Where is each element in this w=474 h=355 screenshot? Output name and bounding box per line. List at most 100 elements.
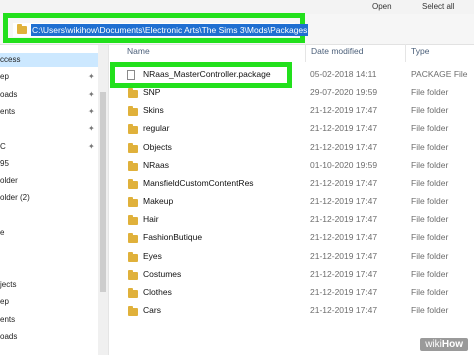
column-header-date[interactable]: Date modified [311, 46, 363, 60]
file-row[interactable]: NRaas 01-10-2020 19:59 File folder [110, 158, 470, 174]
address-path[interactable]: C:\Users\wikihow\Documents\Electronic Ar… [31, 24, 309, 36]
file-name: NRaas [143, 159, 169, 170]
file-date: 21-12-2019 17:47 [310, 196, 378, 207]
select-all-button[interactable]: Select all [422, 2, 454, 11]
folder-icon [128, 142, 138, 153]
nav-item-label: jects [0, 279, 17, 289]
column-header-type[interactable]: Type [411, 46, 429, 60]
nav-item-label: ccess [0, 55, 21, 64]
file-row[interactable]: Clothes 21-12-2019 17:47 File folder [110, 285, 470, 301]
nav-item-label: ep [0, 297, 9, 307]
file-type: File folder [411, 177, 449, 188]
file-date: 21-12-2019 17:47 [310, 214, 378, 225]
folder-icon [128, 305, 138, 316]
nav-item[interactable]: C ✦ [0, 140, 100, 154]
pin-icon[interactable]: ✦ [88, 140, 95, 154]
file-row[interactable]: Costumes 21-12-2019 17:47 File folder [110, 267, 470, 283]
file-date: 21-12-2019 17:47 [310, 304, 378, 315]
open-button[interactable]: Open [372, 2, 392, 11]
file-type: PACKAGE File [411, 69, 468, 79]
file-type: File folder [411, 214, 449, 225]
folder-icon [128, 215, 138, 226]
file-name: Costumes [143, 268, 182, 279]
nav-item[interactable]: e [0, 226, 100, 240]
file-row[interactable]: Skins 21-12-2019 17:47 File folder [110, 103, 470, 119]
nav-item-label: oads [0, 89, 18, 99]
folder-icon [128, 106, 138, 117]
folder-icon [128, 269, 138, 280]
nav-item[interactable]: ep [0, 295, 100, 309]
file-date: 29-07-2020 19:59 [310, 87, 378, 98]
file-type: File folder [411, 123, 449, 134]
file-type: File folder [411, 268, 449, 279]
file-type: File folder [411, 159, 449, 170]
file-date: 21-12-2019 17:47 [310, 268, 378, 279]
file-name: Hair [143, 214, 159, 225]
file-row[interactable]: Objects 21-12-2019 17:47 File folder [110, 140, 470, 156]
nav-item[interactable]: jects [0, 278, 100, 292]
nav-item-label: oads [0, 331, 18, 341]
file-type: File folder [411, 105, 449, 116]
nav-item[interactable]: oads ✦ [0, 88, 100, 102]
file-row[interactable]: Hair 21-12-2019 17:47 File folder [110, 212, 470, 228]
nav-item-label: 95 [0, 158, 9, 168]
nav-item[interactable]: ents ✦ [0, 105, 100, 119]
nav-item[interactable] [0, 209, 100, 223]
file-name: Eyes [143, 250, 162, 261]
file-date: 21-12-2019 17:47 [310, 286, 378, 297]
file-row[interactable]: Cars 21-12-2019 17:47 File folder [110, 303, 470, 319]
nav-item-label: C [0, 141, 6, 151]
file-row[interactable]: MansfieldCustomContentRes 21-12-2019 17:4… [110, 176, 470, 192]
nav-scroll-thumb[interactable] [100, 92, 106, 292]
file-name: Makeup [143, 196, 174, 207]
file-date: 21-12-2019 17:47 [310, 177, 378, 188]
address-input[interactable]: C:\Users\wikihow\Documents\Electronic Ar… [13, 23, 309, 37]
file-name: Clothes [143, 286, 172, 297]
watermark-prefix: wiki [425, 339, 442, 350]
file-name: Skins [143, 105, 164, 116]
file-date: 21-12-2019 17:47 [310, 105, 378, 116]
file-row[interactable]: Eyes 21-12-2019 17:47 File folder [110, 249, 470, 265]
folder-icon [128, 88, 138, 99]
column-divider[interactable] [405, 44, 406, 62]
pin-icon[interactable]: ✦ [88, 105, 95, 119]
navigation-pane: ccess ep ✦ oads ✦ ents ✦ ✦ C ✦ 95 older older (2) e je… [0, 45, 109, 355]
file-row[interactable]: FashionButique 21-12-2019 17:47 File folde… [110, 230, 470, 246]
address-highlight-box: C:\Users\wikihow\Documents\Electronic Ar… [3, 13, 309, 43]
folder-icon [128, 178, 138, 189]
pin-icon[interactable]: ✦ [88, 122, 95, 136]
pin-icon[interactable]: ✦ [88, 70, 95, 84]
nav-item[interactable]: ✦ [0, 122, 100, 136]
nav-item[interactable]: older (2) [0, 191, 100, 205]
nav-item[interactable]: ep ✦ [0, 70, 100, 84]
nav-item[interactable] [0, 243, 100, 257]
nav-item-label: ents [0, 106, 16, 116]
nav-item-label: ep [0, 72, 9, 82]
file-date: 21-12-2019 17:47 [310, 123, 378, 134]
nav-item[interactable]: older [0, 174, 100, 188]
nav-item[interactable]: 95 [0, 157, 100, 171]
column-header-name[interactable]: Name [127, 46, 150, 60]
file-type: File folder [411, 141, 449, 152]
file-date: 01-10-2020 19:59 [310, 159, 378, 170]
ribbon-strip: Open Select all [0, 0, 474, 14]
folder-icon [128, 124, 138, 135]
file-row[interactable]: regular 21-12-2019 17:47 File folder [110, 121, 470, 137]
file-date: 21-12-2019 17:47 [310, 232, 378, 243]
file-type: File folder [411, 87, 449, 98]
pin-icon[interactable]: ✦ [88, 88, 95, 102]
nav-item[interactable]: ccess [0, 53, 100, 67]
file-name: FashionButique [143, 232, 203, 243]
wikihow-watermark: wikiHow [420, 338, 468, 351]
column-divider[interactable] [305, 44, 306, 62]
file-date: 21-12-2019 17:47 [310, 141, 378, 152]
folder-icon [128, 160, 138, 171]
nav-item[interactable] [0, 261, 100, 275]
file-date: 21-12-2019 17:47 [310, 250, 378, 261]
file-row[interactable]: Makeup 21-12-2019 17:47 File folder [110, 194, 470, 210]
nav-item[interactable]: ents [0, 313, 100, 327]
nav-item[interactable]: oads [0, 330, 100, 344]
file-highlight-box [110, 62, 292, 88]
folder-icon [128, 287, 138, 298]
folder-icon [128, 251, 138, 262]
